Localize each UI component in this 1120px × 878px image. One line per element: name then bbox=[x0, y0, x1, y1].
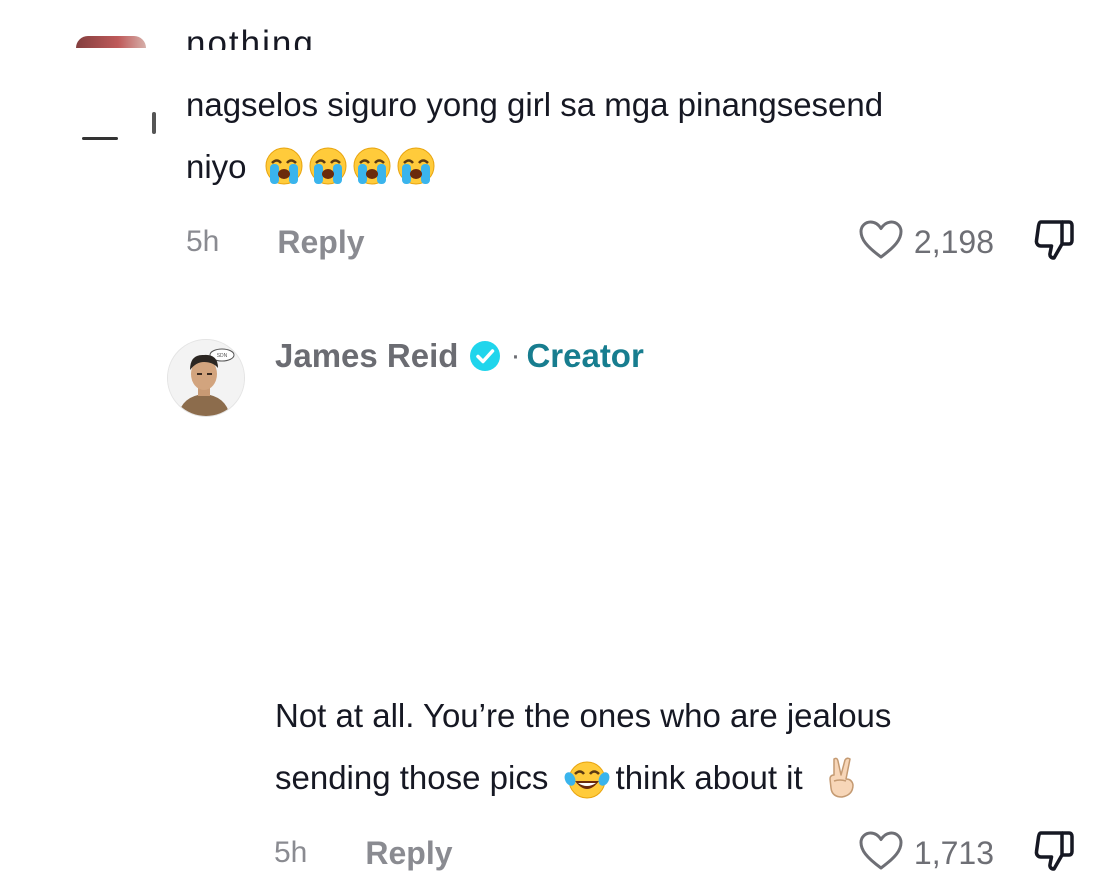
comment-item: SDN James Reid · Creator Not at all. You… bbox=[0, 300, 1120, 871]
comment-meta: 5h Reply bbox=[186, 220, 365, 264]
comment-meta: 5h Reply bbox=[274, 831, 453, 875]
loudly-crying-face-icon bbox=[262, 146, 306, 186]
comment-text-fragment: niyo bbox=[186, 148, 247, 185]
comment-username-cutoff: nothing bbox=[186, 24, 315, 50]
comment-header: James Reid · Creator bbox=[275, 334, 644, 378]
dislike-icon[interactable] bbox=[1032, 829, 1076, 878]
like-count: 2,198 bbox=[913, 223, 994, 260]
comment-actions: 1,713 bbox=[858, 830, 1076, 876]
comment-text-line: sending those pics think about it bbox=[275, 747, 891, 809]
comment-timestamp: 5h bbox=[274, 836, 308, 869]
loudly-crying-face-icon bbox=[394, 146, 438, 186]
face-with-tears-of-joy-icon bbox=[564, 759, 610, 801]
comment-text-line: nagselos siguro yong girl sa mga pinangs… bbox=[186, 86, 884, 123]
comment-text: Not at all. You’re the ones who are jeal… bbox=[275, 685, 891, 809]
creator-badge: Creator bbox=[526, 337, 644, 374]
svg-text:SDN: SDN bbox=[217, 353, 228, 359]
comment-text-line: niyo bbox=[186, 136, 883, 198]
comment-text-fragment: think about it bbox=[615, 759, 803, 796]
comment-actions: 2,198 bbox=[858, 219, 1076, 265]
comment-username[interactable]: James Reid bbox=[275, 337, 458, 375]
comment-text-line: Not at all. You’re the ones who are jeal… bbox=[275, 697, 892, 734]
dislike-icon[interactable] bbox=[1032, 218, 1076, 267]
reply-button[interactable]: Reply bbox=[277, 224, 364, 261]
comment-text-fragment: sending those pics bbox=[275, 759, 549, 796]
heart-icon[interactable] bbox=[858, 219, 904, 266]
avatar[interactable] bbox=[60, 36, 160, 146]
separator-dot: · bbox=[510, 339, 521, 372]
loudly-crying-face-icon bbox=[350, 146, 394, 186]
avatar-image bbox=[76, 36, 146, 48]
comment-item: nothing nagselos siguro yong girl sa mga… bbox=[0, 0, 1120, 300]
heart-icon[interactable] bbox=[858, 830, 904, 877]
comment-timestamp: 5h bbox=[186, 225, 220, 258]
victory-hand-icon bbox=[822, 755, 862, 799]
avatar-image: SDN bbox=[168, 340, 244, 416]
comment-text: nagselos siguro yong girl sa mga pinangs… bbox=[186, 74, 883, 198]
reply-button[interactable]: Reply bbox=[365, 835, 452, 872]
like-count: 1,713 bbox=[913, 834, 994, 871]
verified-badge-icon bbox=[468, 339, 502, 373]
loudly-crying-face-icon bbox=[306, 146, 350, 186]
avatar[interactable]: SDN bbox=[167, 339, 245, 417]
